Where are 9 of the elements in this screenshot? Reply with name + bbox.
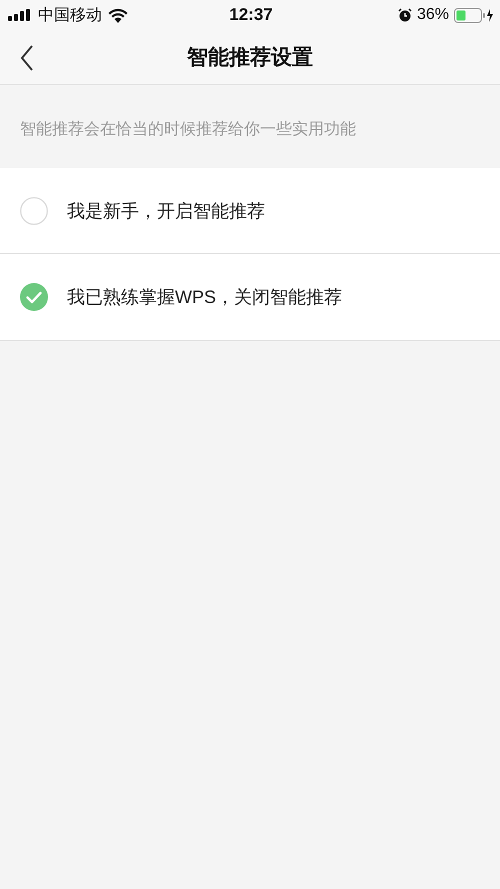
carrier-name: 中国移动 xyxy=(38,6,102,26)
alarm-icon xyxy=(398,8,412,22)
clock-time: 12:37 xyxy=(229,5,273,25)
page-title: 智能推荐设置 xyxy=(187,45,313,71)
battery-charging-icon xyxy=(454,8,494,22)
wifi-icon xyxy=(108,8,128,22)
description-text: 智能推荐会在恰当的时候推荐给你一些实用功能 xyxy=(20,121,356,138)
signal-icon xyxy=(8,9,32,21)
battery-percentage: 36% xyxy=(416,6,450,24)
